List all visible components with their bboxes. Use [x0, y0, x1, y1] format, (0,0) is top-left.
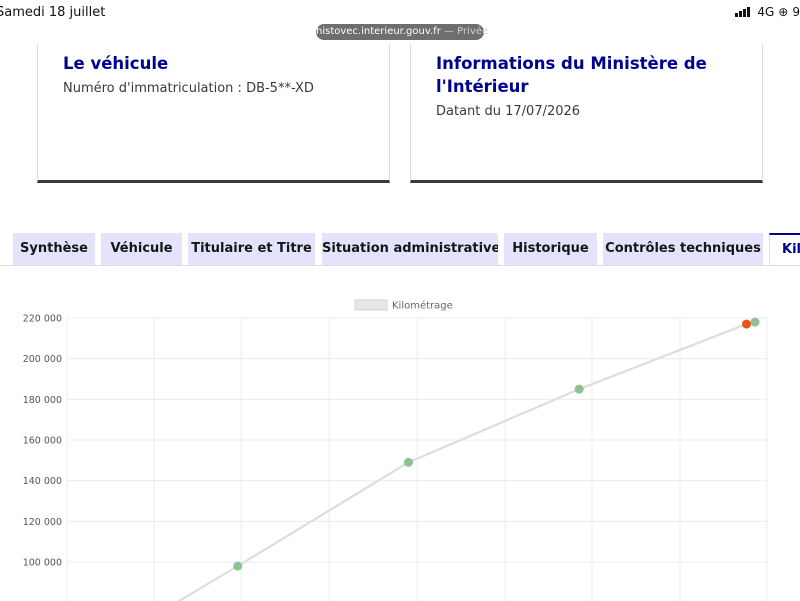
tab-controles-techniques[interactable]: Contrôles techniques	[603, 233, 763, 265]
rotation-lock-icon: ⊕	[778, 5, 789, 19]
address-bar[interactable]: histovec.interieur.gouv.fr — Privée	[316, 24, 488, 40]
y-tick-label: 220 000	[23, 314, 62, 325]
y-tick-label: 180 000	[23, 395, 62, 406]
mileage-line	[176, 320, 756, 601]
y-tick-label: 100 000	[23, 558, 62, 569]
data-point	[742, 319, 752, 329]
vehicle-card: Le véhicule Numéro d'immatriculation : D…	[37, 44, 390, 183]
vehicle-card-title: Le véhicule	[63, 54, 169, 73]
tab-vehicule[interactable]: Véhicule	[101, 233, 182, 265]
y-tick-label: 160 000	[23, 436, 62, 447]
data-point	[574, 384, 584, 394]
ministry-card-title: Informations du Ministère de l'Intérieur	[436, 54, 707, 96]
status-date: Samedi 18 juillet	[0, 5, 106, 20]
ministry-card: Informations du Ministère de l'Intérieur…	[410, 44, 763, 183]
mileage-chart: 220 000 200 000 180 000 160 000 140 000 120 0…	[23, 299, 768, 601]
tab-kilometrage[interactable]: Kilo	[769, 233, 800, 265]
tab-synthese[interactable]: Synthèse	[13, 233, 95, 265]
status-bar: Samedi 18 juillet 4G ⊕ 9	[0, 0, 800, 26]
y-tick-label: 140 000	[23, 476, 62, 487]
tab-historique[interactable]: Historique	[504, 233, 597, 265]
data-point	[403, 457, 413, 467]
data-point	[233, 561, 243, 571]
private-mode-label: — Privée	[444, 26, 489, 37]
legend-label: Kilométrage	[392, 300, 453, 312]
network-label: 4G	[757, 5, 775, 19]
mileage-panel: 220 000 200 000 180 000 160 000 140 000 120 0…	[0, 265, 800, 601]
address-url: histovec.interieur.gouv.fr	[316, 26, 441, 37]
data-point	[750, 317, 760, 327]
signal-icon	[735, 7, 751, 17]
tab-bar: Synthèse Véhicule Titulaire et Titre Sit…	[0, 233, 800, 265]
legend-swatch	[354, 299, 388, 311]
status-indicators: 4G ⊕ 9	[735, 5, 800, 19]
registration-number: Numéro d'immatriculation : DB-5**-XD	[63, 81, 314, 96]
y-tick-label: 200 000	[23, 354, 62, 365]
data-date: Datant du 17/07/2026	[436, 104, 581, 119]
tab-titulaire-titre[interactable]: Titulaire et Titre	[188, 233, 315, 265]
tab-situation-administrative[interactable]: Situation administrative	[322, 233, 498, 265]
y-tick-label: 120 000	[23, 517, 62, 528]
battery-label: 9	[792, 5, 800, 19]
